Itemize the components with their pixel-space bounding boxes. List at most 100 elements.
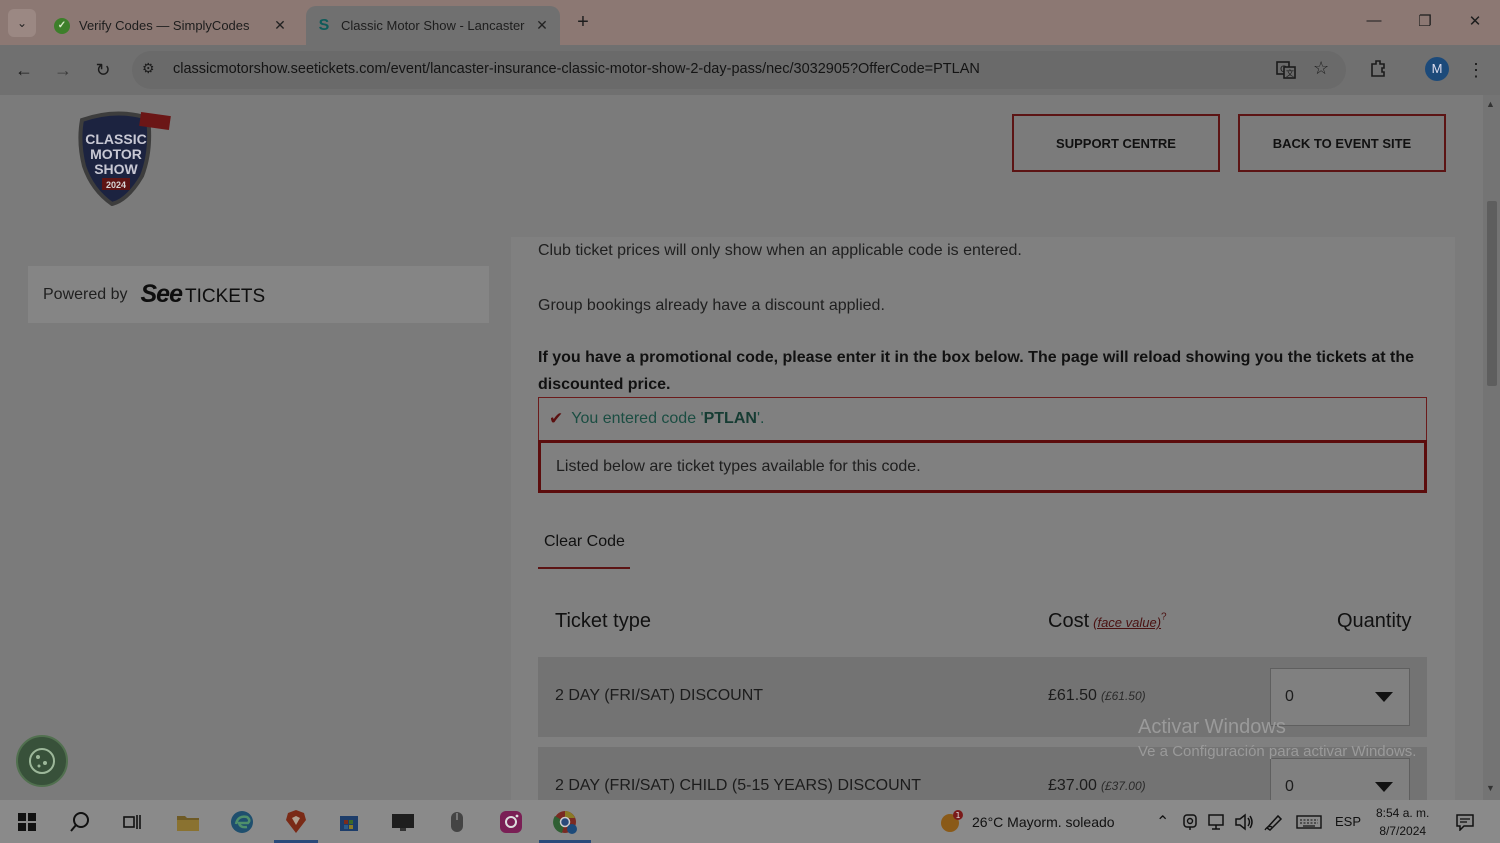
task-view-icon[interactable] (117, 807, 147, 837)
scroll-up-icon[interactable]: ▲ (1486, 99, 1495, 109)
ticket-face-value: (£61.50) (1100, 689, 1146, 703)
tab-title: Verify Codes — SimplyCodes (79, 18, 250, 33)
tray-app-icon[interactable] (1176, 807, 1204, 837)
ticket-price-value: £37.00 (1048, 777, 1097, 794)
code-applied-message: ✔ You entered code ' PTLAN '. (538, 397, 1427, 441)
weather-text[interactable]: 26°C Mayorm. soleado (972, 814, 1115, 830)
ticket-name: 2 DAY (FRI/SAT) CHILD (5-15 YEARS) DISCO… (555, 777, 921, 794)
clock-time: 8:54 a. m. (1376, 806, 1430, 820)
quantity-value: 0 (1285, 688, 1294, 705)
search-icon[interactable] (65, 807, 95, 837)
promo-code-instruction: If you have a promotional code, please e… (538, 349, 1415, 393)
see-tickets-logo-see: See (140, 280, 183, 308)
close-window-icon[interactable]: ✕ (1465, 12, 1485, 30)
logo-year: 2024 (106, 180, 126, 190)
minimize-icon[interactable]: — (1364, 12, 1384, 29)
see-tickets-logo-tickets: TICKETS (184, 286, 266, 307)
new-tab-icon[interactable]: + (572, 10, 594, 34)
ticket-price: £61.50 (£61.50) (1048, 687, 1146, 705)
instagram-icon[interactable] (496, 807, 526, 837)
ticket-name: 2 DAY (FRI/SAT) DISCOUNT (555, 687, 764, 704)
scroll-down-icon[interactable]: ▼ (1486, 783, 1495, 793)
powered-by-see-tickets: Powered by See TICKETS (28, 266, 489, 323)
tray-overflow-chevron-icon[interactable]: ⌃ (1156, 812, 1169, 832)
monitor-app-icon[interactable] (388, 807, 418, 837)
site-settings-icon[interactable]: ⚙ (142, 60, 155, 77)
simplycodes-favicon-icon: ✓ (54, 17, 70, 34)
code-prefix: You entered code ' (571, 410, 704, 427)
page-scrollbar[interactable]: ▲ ▼ (1483, 95, 1500, 800)
weather-icon[interactable]: 1 (937, 807, 967, 837)
tab-classic-motor-show[interactable]: S Classic Motor Show - Lancaster ✕ (306, 6, 560, 45)
network-icon[interactable] (1203, 807, 1231, 837)
logo-line-3: SHOW (94, 161, 138, 177)
face-value-link[interactable]: (face value) (1093, 615, 1161, 630)
see-tickets-logo[interactable]: See TICKETS (141, 280, 266, 309)
clear-code-button[interactable]: Clear Code (538, 521, 630, 569)
activate-windows-watermark: Activar Windows Ve a Configuración para … (1138, 716, 1416, 760)
windows-start-icon[interactable] (12, 807, 42, 837)
browser-menu-icon[interactable]: ⋮ (1464, 58, 1488, 82)
svg-text:1: 1 (955, 811, 960, 820)
svg-text:文: 文 (1286, 68, 1294, 78)
support-centre-button[interactable]: SUPPORT CENTRE (1012, 114, 1220, 172)
clock-date: 8/7/2024 (1379, 824, 1427, 838)
watermark-subtitle: Ve a Configuración para activar Windows. (1138, 743, 1417, 760)
logo-line-2: MOTOR (90, 146, 142, 162)
classic-motor-show-logo[interactable]: CLASSIC MOTOR SHOW 2024 (76, 110, 171, 207)
tab-title: Classic Motor Show - Lancaster (341, 18, 525, 33)
dropdown-caret-icon (1375, 692, 1393, 702)
notifications-icon[interactable] (1450, 807, 1480, 837)
input-language[interactable]: ESP (1335, 814, 1361, 829)
pen-icon[interactable] (1260, 807, 1288, 837)
system-clock[interactable]: 8:54 a. m. 8/7/2024 (1376, 804, 1429, 840)
close-tab-icon[interactable]: ✕ (272, 17, 288, 34)
cost-header-label: Cost (1048, 610, 1090, 632)
dropdown-caret-icon (1375, 782, 1393, 792)
ticket-type-header: Ticket type (555, 610, 651, 632)
checkmark-icon: ✔ (549, 409, 564, 428)
extensions-icon[interactable] (1366, 58, 1390, 82)
translate-icon[interactable]: G文 (1276, 60, 1296, 85)
file-explorer-icon[interactable] (173, 807, 203, 837)
face-value-help-icon[interactable]: ? (1161, 611, 1167, 622)
close-tab-icon[interactable]: ✕ (534, 17, 550, 34)
ticket-face-value: (£37.00) (1100, 779, 1146, 793)
seetickets-favicon-icon: S (318, 16, 330, 34)
keyboard-icon[interactable] (1294, 807, 1324, 837)
url-text[interactable]: classicmotorshow.seetickets.com/event/la… (173, 61, 980, 77)
group-booking-note: Group bookings already have a discount a… (538, 297, 885, 314)
code-suffix: '. (756, 410, 765, 427)
cost-header: Cost (face value)? (1048, 610, 1167, 633)
page-viewport: CLASSIC MOTOR SHOW 2024 SUPPORT CENTRE B… (0, 95, 1483, 800)
volume-icon[interactable] (1230, 807, 1258, 837)
browser-tab-strip: ⌄ ✓ Verify Codes — SimplyCodes ✕ S Class… (0, 0, 1500, 45)
ticket-price: £37.00 (£37.00) (1048, 777, 1146, 795)
logo-line-1: CLASSIC (85, 131, 146, 147)
microsoft-store-icon[interactable] (334, 807, 364, 837)
chrome-browser-icon[interactable] (550, 807, 580, 837)
back-to-event-site-button[interactable]: BACK TO EVENT SITE (1238, 114, 1446, 172)
quantity-header: Quantity (1337, 610, 1412, 632)
promo-code-value: PTLAN (703, 410, 757, 427)
back-arrow-icon[interactable]: ← (12, 58, 36, 82)
quantity-select[interactable]: 0 (1270, 758, 1410, 800)
restore-icon[interactable]: ❐ (1415, 12, 1435, 30)
reload-icon[interactable]: ↻ (91, 58, 115, 82)
ticket-price-value: £61.50 (1048, 687, 1097, 704)
address-bar[interactable]: ⚙ classicmotorshow.seetickets.com/event/… (132, 51, 1346, 89)
scroll-thumb[interactable] (1487, 201, 1497, 386)
browser-toolbar: ← → ↻ ⚙ classicmotorshow.seetickets.com/… (0, 45, 1500, 95)
bookmark-star-icon[interactable]: ☆ (1313, 58, 1329, 79)
profile-avatar[interactable]: M (1425, 57, 1449, 81)
brave-browser-icon[interactable] (281, 807, 311, 837)
watermark-title: Activar Windows (1138, 716, 1286, 738)
quantity-value: 0 (1285, 778, 1294, 795)
forward-arrow-icon[interactable]: → (51, 58, 75, 82)
edge-browser-icon[interactable] (227, 807, 257, 837)
powered-by-label: Powered by (43, 285, 128, 303)
tab-verify-codes[interactable]: ✓ Verify Codes — SimplyCodes ✕ (44, 6, 298, 45)
mouse-app-icon[interactable] (442, 807, 472, 837)
tab-search-button[interactable]: ⌄ (8, 9, 36, 37)
cookie-settings-icon[interactable] (16, 735, 68, 787)
